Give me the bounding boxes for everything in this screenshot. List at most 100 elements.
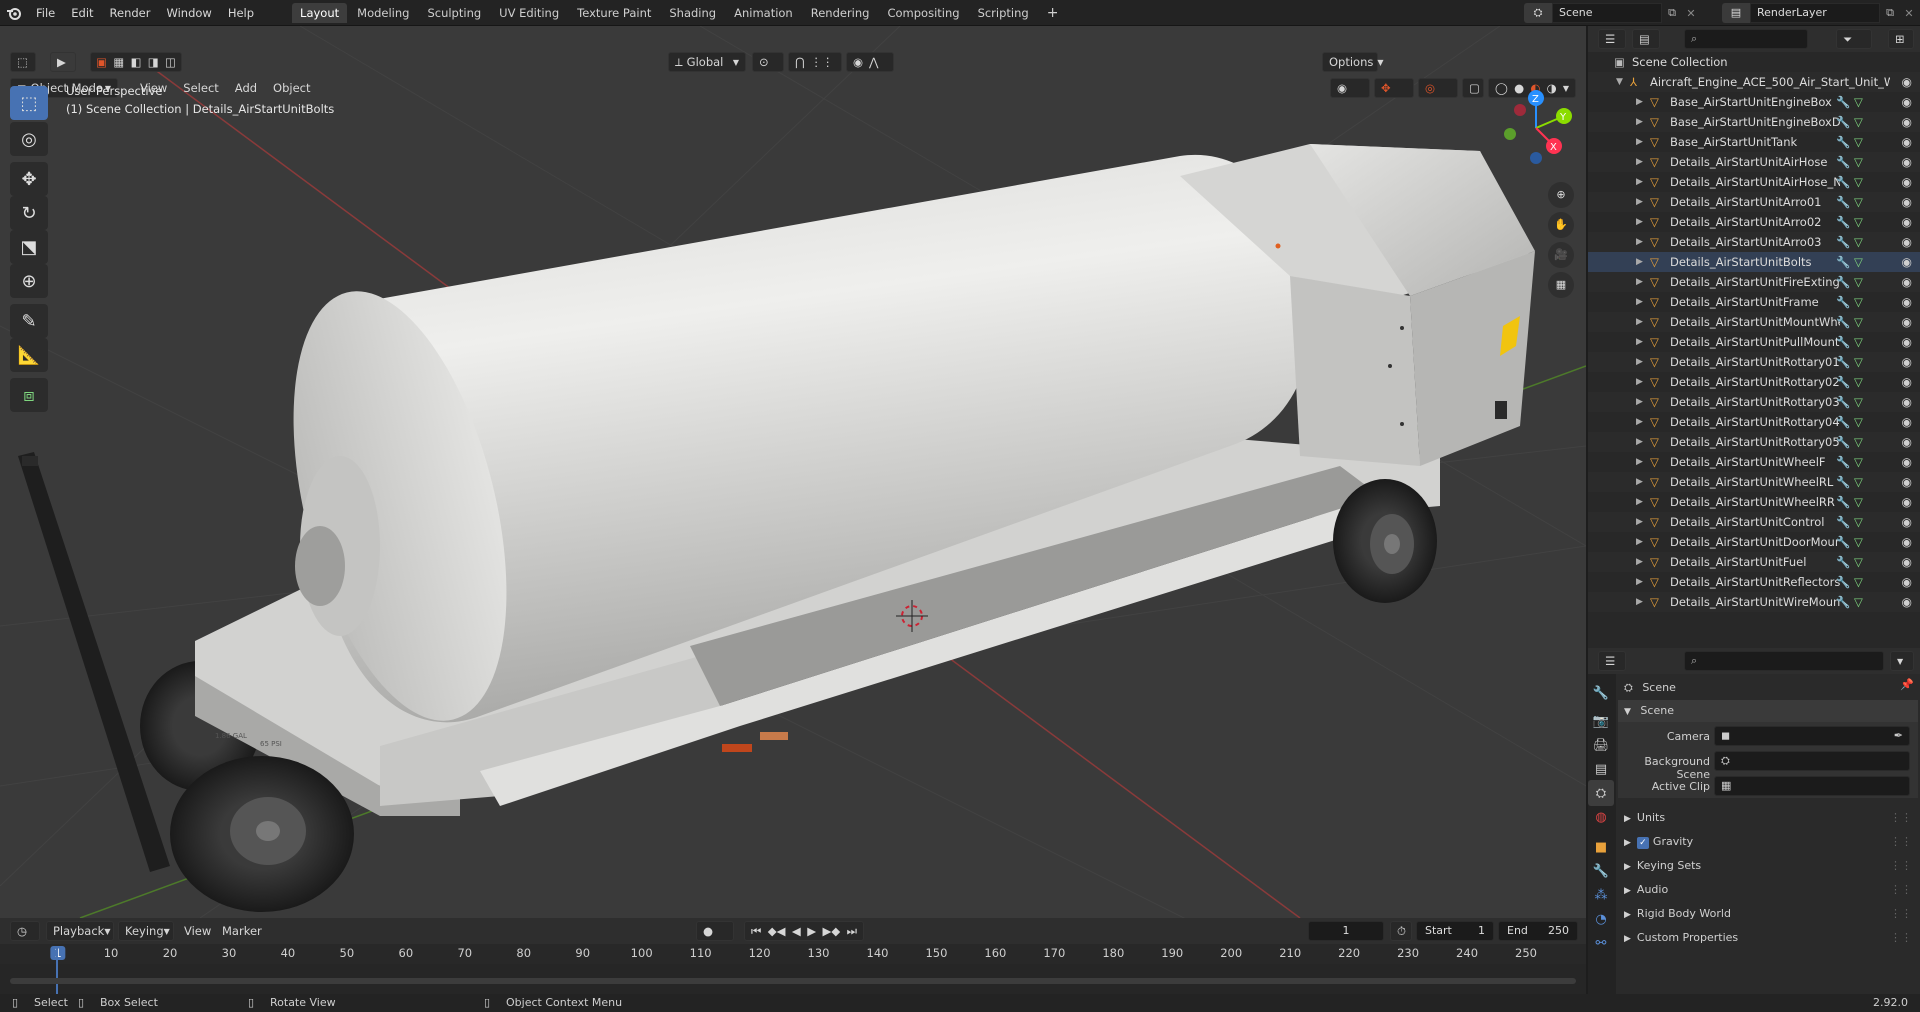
expand-arrow-icon[interactable]: ▶ — [1636, 212, 1643, 232]
timeline-editor-type[interactable]: ◷ — [10, 921, 40, 941]
mesh-data-icon[interactable]: ▽ — [1854, 272, 1863, 292]
viewport-menu-add[interactable]: Add — [227, 78, 265, 98]
visibility-dropdown[interactable]: ◉ — [1330, 78, 1370, 98]
tab-view-layer[interactable]: ▤ — [1588, 756, 1614, 782]
eye-icon[interactable]: ◉ — [1902, 532, 1912, 552]
eye-icon[interactable]: ◉ — [1902, 452, 1912, 472]
properties-section-audio[interactable]: ▶ Audio ⋮⋮ — [1618, 880, 1918, 900]
ortho-grid-icon[interactable]: ▦ — [1548, 272, 1574, 298]
outliner-editor-type[interactable]: ☰ — [1598, 29, 1626, 49]
scene-selector[interactable]: ⛭ Scene ⧉ ✕ — [1524, 3, 1700, 23]
modifier-wrench-icon[interactable]: 🔧 — [1836, 512, 1850, 532]
expand-arrow-icon[interactable]: ▶ — [1636, 152, 1643, 172]
expand-arrow-icon[interactable]: ▶ — [1636, 352, 1643, 372]
drag-handle-icon[interactable]: ⋮⋮ — [1890, 880, 1912, 900]
outliner-object-row[interactable]: ▶ ▽ Details_AirStartUnitWheelRR 🔧 ▽ ◉ — [1588, 492, 1920, 512]
invert-icon[interactable]: ◨ — [145, 55, 162, 69]
expand-arrow-icon[interactable]: ▶ — [1636, 572, 1643, 592]
expand-arrow-icon[interactable]: ▼ — [1616, 72, 1623, 92]
transform-orientation-dropdown[interactable]: ⟂ Global ▼ — [668, 52, 746, 72]
properties-section-rigid-body-world[interactable]: ▶ Rigid Body World ⋮⋮ — [1618, 904, 1918, 924]
eye-icon[interactable]: ◉ — [1902, 512, 1912, 532]
outliner-object-row[interactable]: ▶ ▽ Details_AirStartUnitReflectors 🔧 ▽ ◉ — [1588, 572, 1920, 592]
select-box-tool[interactable]: ⬚ — [10, 86, 48, 120]
modifier-wrench-icon[interactable]: 🔧 — [1836, 132, 1850, 152]
outliner-object-row[interactable]: ▶ ▽ Details_AirStartUnitWireMount 🔧 ▽ ◉ — [1588, 592, 1920, 612]
eye-icon[interactable]: ◉ — [1902, 472, 1912, 492]
mesh-data-icon[interactable]: ▽ — [1854, 352, 1863, 372]
modifier-wrench-icon[interactable]: 🔧 — [1836, 352, 1850, 372]
outliner-object-row[interactable]: ▶▽Details_AirStartUnitMountWheelFront🔧▽◉ — [1588, 312, 1920, 332]
expand-arrow-icon[interactable]: ▶ — [1636, 552, 1643, 572]
viewport-menu-object[interactable]: Object — [265, 78, 318, 98]
expand-arrow-icon[interactable]: ▶ — [1636, 592, 1643, 612]
expand-arrow-icon[interactable]: ▶ — [1636, 412, 1643, 432]
mesh-data-icon[interactable]: ▽ — [1854, 492, 1863, 512]
playback-dropdown[interactable]: Playback ▼ — [46, 921, 114, 941]
collection-row[interactable]: ▼ ⅄ Aircraft_Engine_ACE_500_Air_Start_Un… — [1588, 72, 1920, 92]
modifier-wrench-icon[interactable]: 🔧 — [1836, 232, 1850, 252]
viewport-menu-select[interactable]: Select — [175, 78, 226, 98]
mesh-data-icon[interactable]: ▽ — [1854, 372, 1863, 392]
outliner-object-row[interactable]: ▶▽Details_AirStartUnitFireExtinguisher🔧▽… — [1588, 272, 1920, 292]
outliner-object-row[interactable]: ▶ ▽ Details_AirStartUnitFuel 🔧 ▽ ◉ — [1588, 552, 1920, 572]
expand-arrow-icon[interactable]: ▶ — [1636, 112, 1643, 132]
eye-icon[interactable]: ◉ — [1902, 572, 1912, 592]
modifier-wrench-icon[interactable]: 🔧 — [1836, 292, 1850, 312]
modifier-wrench-icon[interactable]: 🔧 — [1836, 92, 1850, 112]
eye-icon[interactable]: ◉ — [1902, 272, 1912, 292]
modifier-wrench-icon[interactable]: 🔧 — [1836, 272, 1850, 292]
outliner-object-row[interactable]: ▶ ▽ Details_AirStartUnitDoorMount 🔧 ▽ ◉ — [1588, 532, 1920, 552]
modifier-wrench-icon[interactable]: 🔧 — [1836, 472, 1850, 492]
mesh-data-icon[interactable]: ▽ — [1854, 532, 1863, 552]
tab-output[interactable]: 🖨 — [1588, 732, 1614, 758]
modifier-wrench-icon[interactable]: 🔧 — [1836, 372, 1850, 392]
keying-dropdown[interactable]: Keying ▼ — [118, 921, 174, 941]
outliner-object-row[interactable]: ▶ ▽ Details_AirStartUnitArro01 🔧 ▽ ◉ — [1588, 192, 1920, 212]
modifier-wrench-icon[interactable]: 🔧 — [1836, 212, 1850, 232]
mesh-data-icon[interactable]: ▽ — [1854, 572, 1863, 592]
eye-icon[interactable]: ◉ — [1902, 372, 1912, 392]
mesh-data-icon[interactable]: ▽ — [1854, 432, 1863, 452]
tab-render[interactable]: 📷 — [1588, 708, 1614, 734]
mesh-data-icon[interactable]: ▽ — [1854, 552, 1863, 572]
modifier-wrench-icon[interactable]: 🔧 — [1836, 392, 1850, 412]
cursor-tool[interactable]: ◎ — [10, 122, 48, 156]
tab-scene[interactable]: ⛭ — [1588, 780, 1614, 806]
gizmo-dropdown[interactable]: ✥ — [1374, 78, 1414, 98]
eye-icon[interactable]: ◉ — [1902, 192, 1912, 212]
modifier-wrench-icon[interactable]: 🔧 — [1836, 252, 1850, 272]
outliner-object-row[interactable]: ▶ ▽ Details_AirStartUnitRottary01 🔧 ▽ ◉ — [1588, 352, 1920, 372]
modifier-wrench-icon[interactable]: 🔧 — [1836, 412, 1850, 432]
eye-icon[interactable]: ◉ — [1902, 252, 1912, 272]
eye-icon[interactable]: ◉ — [1902, 232, 1912, 252]
mesh-data-icon[interactable]: ▽ — [1854, 292, 1863, 312]
jump-start-icon[interactable]: ⏮ — [751, 924, 761, 939]
tab-shading[interactable]: Shading — [661, 3, 724, 23]
timeline-menu-view[interactable]: View — [176, 918, 219, 944]
properties-options-dropdown[interactable]: ▼ — [1890, 651, 1914, 671]
outliner-search-input[interactable]: ⌕ — [1684, 29, 1808, 49]
view-layer-close-icon[interactable]: ✕ — [1900, 7, 1918, 20]
add-workspace-button[interactable]: + — [1039, 3, 1067, 23]
view-layer-selector[interactable]: ▤ RenderLayer ⧉ ✕ — [1722, 3, 1918, 23]
background-scene-field[interactable]: ⛭ — [1714, 751, 1910, 771]
navigation-gizmo[interactable]: Z Y X — [1496, 88, 1576, 168]
expand-arrow-icon[interactable]: ▶ — [1636, 492, 1643, 512]
play-reverse-icon[interactable]: ◀ — [792, 924, 801, 938]
expand-arrow-icon[interactable]: ▶ — [1636, 272, 1643, 292]
tab-tool[interactable]: 🔧 — [1588, 680, 1614, 706]
overlays-dropdown[interactable]: ◎ — [1418, 78, 1458, 98]
mesh-data-icon[interactable]: ▽ — [1854, 152, 1863, 172]
extend-icon[interactable]: ▦ — [110, 55, 127, 69]
mesh-data-icon[interactable]: ▽ — [1854, 512, 1863, 532]
eye-icon[interactable]: ◉ — [1902, 212, 1912, 232]
menu-render[interactable]: Render — [102, 0, 159, 26]
mesh-data-icon[interactable]: ▽ — [1854, 472, 1863, 492]
modifier-wrench-icon[interactable]: 🔧 — [1836, 312, 1850, 332]
new-collection-button[interactable]: ⊞ — [1888, 29, 1914, 49]
mesh-data-icon[interactable]: ▽ — [1854, 312, 1863, 332]
move-tool[interactable]: ✥ — [10, 162, 48, 196]
active-clip-field[interactable]: ▦ — [1714, 776, 1910, 796]
tab-constraints[interactable]: ⚯ — [1588, 930, 1614, 956]
